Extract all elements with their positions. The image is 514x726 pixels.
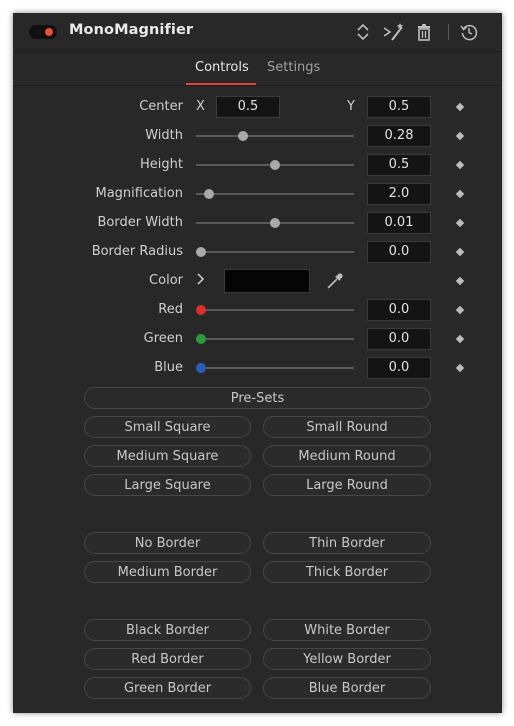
magnification-slider-handle[interactable] xyxy=(204,189,214,199)
blue-slider[interactable] xyxy=(196,367,354,369)
thin-border-button[interactable]: Thin Border xyxy=(263,532,431,554)
header-divider xyxy=(13,51,502,52)
red-border-button[interactable]: Red Border xyxy=(84,648,251,670)
border-radius-field[interactable]: 0.0 xyxy=(367,241,431,263)
red-label: Red xyxy=(158,302,183,317)
magnification-label: Magnification xyxy=(95,186,184,201)
keyframe-diamond-icon[interactable] xyxy=(455,218,465,228)
keyframe-diamond-icon[interactable] xyxy=(455,131,465,141)
medium-border-button[interactable]: Medium Border xyxy=(84,561,251,583)
thick-border-button[interactable]: Thick Border xyxy=(263,561,431,583)
trash-icon[interactable] xyxy=(414,22,434,42)
tab-controls[interactable]: Controls xyxy=(195,60,249,75)
red-field[interactable]: 0.0 xyxy=(367,299,431,321)
width-field[interactable]: 0.28 xyxy=(367,125,431,147)
node-title: MonoMagnifier xyxy=(69,22,194,38)
small-round-button[interactable]: Small Round xyxy=(263,416,431,438)
header-separator xyxy=(448,24,449,40)
sort-arrows-icon[interactable] xyxy=(353,22,373,42)
keyframe-diamond-icon[interactable] xyxy=(455,363,465,373)
tab-settings[interactable]: Settings xyxy=(267,60,320,75)
no-border-button[interactable]: No Border xyxy=(84,532,251,554)
keyframe-diamond-icon[interactable] xyxy=(455,305,465,315)
presets-button[interactable]: Pre-Sets xyxy=(84,387,431,409)
keyframe-diamond-icon[interactable] xyxy=(455,247,465,257)
keyframe-diamond-icon[interactable] xyxy=(455,160,465,170)
inspector-panel: MonoMagnifier Controls Settings Center X… xyxy=(13,13,502,713)
blue-slider-handle[interactable] xyxy=(196,363,206,373)
red-slider[interactable] xyxy=(196,309,354,311)
color-label: Color xyxy=(149,273,183,288)
border-width-slider-handle[interactable] xyxy=(270,218,280,228)
width-label: Width xyxy=(145,128,183,143)
center-y-field[interactable]: 0.5 xyxy=(367,96,431,118)
medium-round-button[interactable]: Medium Round xyxy=(263,445,431,467)
green-field[interactable]: 0.0 xyxy=(367,328,431,350)
center-label: Center xyxy=(139,99,183,114)
height-slider-handle[interactable] xyxy=(270,160,280,170)
yellow-border-button[interactable]: Yellow Border xyxy=(263,648,431,670)
center-y-label: Y xyxy=(347,99,355,114)
magnification-slider[interactable] xyxy=(196,193,354,195)
blue-label: Blue xyxy=(154,360,183,375)
green-label: Green xyxy=(143,331,183,346)
red-slider-handle[interactable] xyxy=(196,305,206,315)
medium-square-button[interactable]: Medium Square xyxy=(84,445,251,467)
toggle-indicator xyxy=(45,28,53,36)
large-round-button[interactable]: Large Round xyxy=(263,474,431,496)
height-label: Height xyxy=(140,157,183,172)
border-radius-slider[interactable] xyxy=(196,251,354,253)
width-slider[interactable] xyxy=(196,135,354,137)
green-slider[interactable] xyxy=(196,338,354,340)
blue-border-button[interactable]: Blue Border xyxy=(263,677,431,699)
power-toggle-icon[interactable] xyxy=(29,25,57,39)
tabs-divider xyxy=(13,85,502,86)
small-square-button[interactable]: Small Square xyxy=(84,416,251,438)
center-x-label: X xyxy=(196,99,205,114)
reset-history-icon[interactable] xyxy=(459,22,479,42)
keyframe-diamond-icon[interactable] xyxy=(455,102,465,112)
black-border-button[interactable]: Black Border xyxy=(84,619,251,641)
height-field[interactable]: 0.5 xyxy=(367,154,431,176)
color-swatch[interactable] xyxy=(224,269,310,293)
width-slider-handle[interactable] xyxy=(238,131,248,141)
green-slider-handle[interactable] xyxy=(196,334,206,344)
border-width-field[interactable]: 0.01 xyxy=(367,212,431,234)
keyframe-diamond-icon[interactable] xyxy=(455,276,465,286)
border-radius-label: Border Radius xyxy=(91,244,183,259)
border-radius-slider-handle[interactable] xyxy=(196,247,206,257)
center-x-field[interactable]: 0.5 xyxy=(216,96,280,118)
blue-field[interactable]: 0.0 xyxy=(367,357,431,379)
keyframe-diamond-icon[interactable] xyxy=(455,189,465,199)
eyedropper-icon[interactable] xyxy=(325,271,345,291)
large-square-button[interactable]: Large Square xyxy=(84,474,251,496)
magnification-field[interactable]: 2.0 xyxy=(367,183,431,205)
node-header: MonoMagnifier xyxy=(13,13,502,51)
green-border-button[interactable]: Green Border xyxy=(84,677,251,699)
border-width-label: Border Width xyxy=(97,215,183,230)
chevron-right-icon[interactable] xyxy=(196,272,206,290)
keyframe-diamond-icon[interactable] xyxy=(455,334,465,344)
white-border-button[interactable]: White Border xyxy=(263,619,431,641)
magic-wand-icon[interactable] xyxy=(382,22,406,42)
